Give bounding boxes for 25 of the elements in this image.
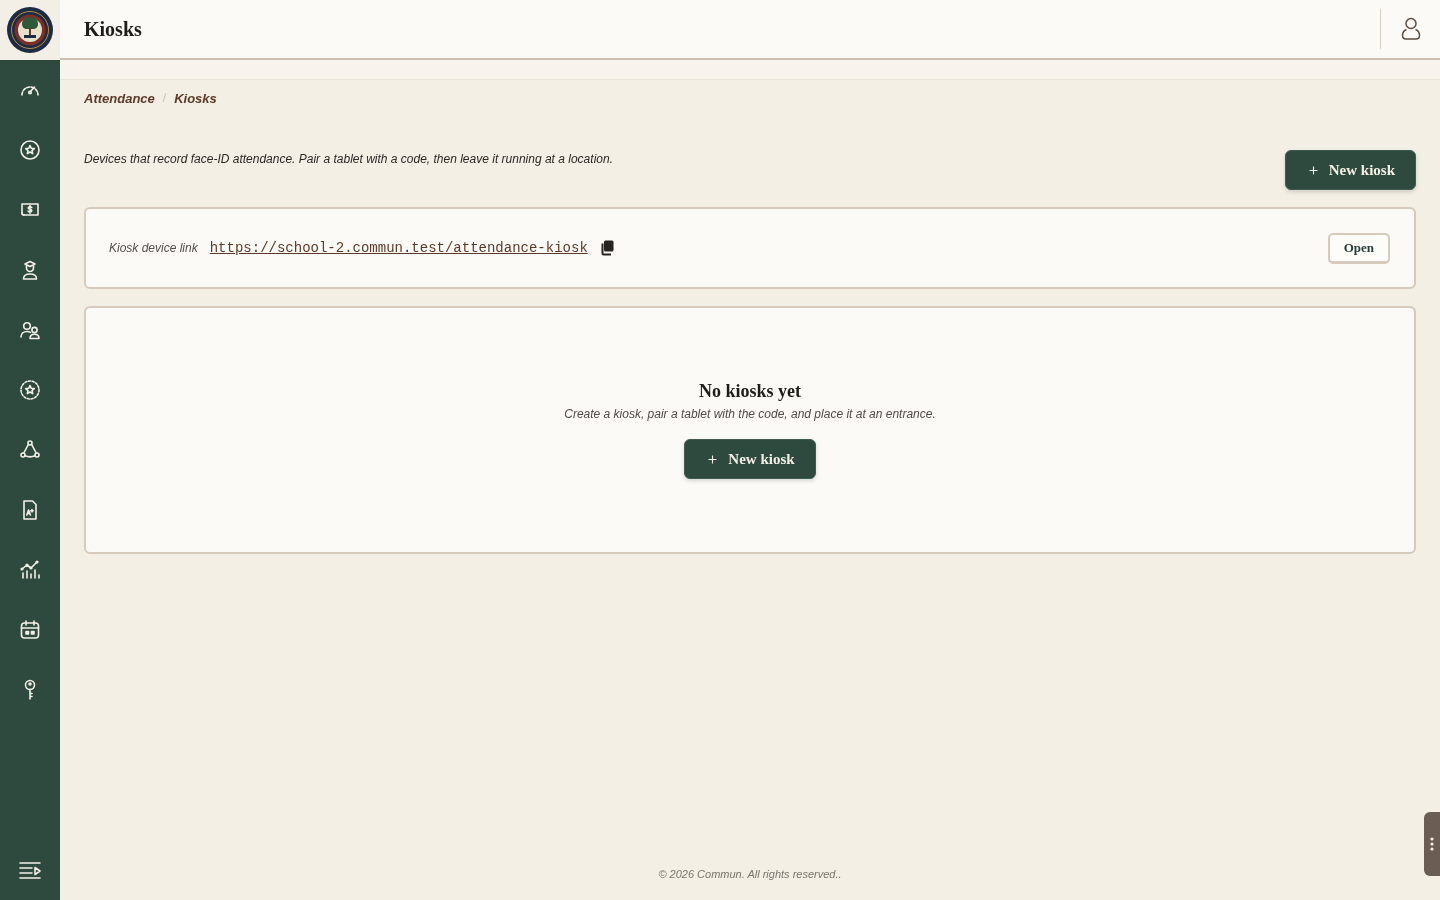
calendar-icon[interactable] [18,618,42,642]
side-panel-handle[interactable] [1424,812,1440,876]
new-kiosk-button[interactable]: New kiosk [1284,150,1416,190]
star-dashed-circle-icon[interactable] [18,378,42,402]
school-crest-logo[interactable] [7,7,53,53]
empty-state-title: No kiosks yet [699,381,801,402]
device-link-label: Kiosk device link [109,241,198,255]
user-icon[interactable] [1400,17,1421,41]
menu-collapse-icon[interactable] [18,860,42,880]
empty-state-text: Create a kiosk, pair a tablet with the code, and place it at an entrance. [564,407,936,421]
star-circle-icon[interactable] [18,138,42,162]
new-kiosk-button[interactable]: New kiosk [684,439,816,479]
more-icon [1430,837,1434,851]
copy-icon[interactable] [599,240,614,256]
breadcrumb-link[interactable]: Kiosks [174,90,217,106]
plus-icon [1308,165,1318,175]
breadcrumb-link[interactable]: Attendance [84,90,155,106]
breadcrumb-separator: / [162,91,167,105]
page-description: Devices that record face-ID attendance. Pair a tablet with a code, then leave it running at a location. [84,151,613,166]
page-title: Kiosks [84,17,142,41]
open-button[interactable]: Open [1327,232,1390,264]
copyright-text: © 2026 Commun. All rights reserved.. [658,868,842,880]
device-url-link[interactable]: https://school-2.commun.test/attendance-kiosk [209,240,588,256]
plus-icon [708,454,718,464]
chart-icon[interactable] [18,558,42,582]
